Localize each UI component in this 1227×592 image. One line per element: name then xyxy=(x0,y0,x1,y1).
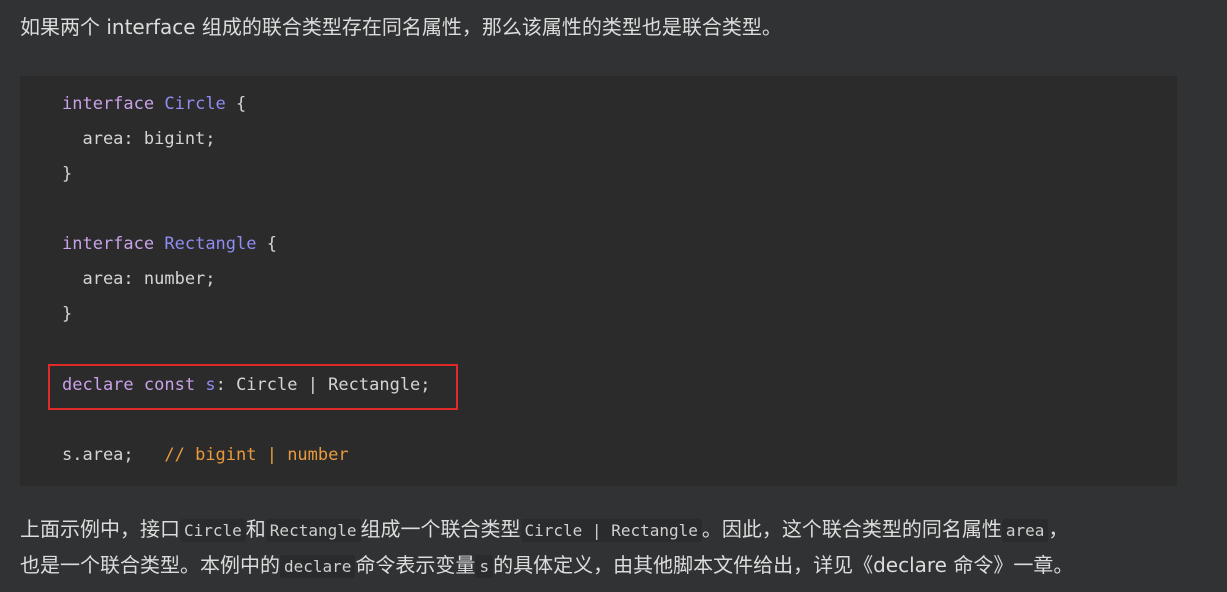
type-annotation: : Circle | Rectangle; xyxy=(215,375,431,395)
inline-code: declare xyxy=(280,555,356,578)
text: 命令表示变量 xyxy=(355,553,476,577)
intro-paragraph: 如果两个 interface 组成的联合类型存在同名属性，那么该属性的类型也是联… xyxy=(20,15,782,39)
inline-code: Rectangle xyxy=(265,519,361,542)
text: ， xyxy=(1048,517,1069,541)
code-line-access: s.area; // bigint | number xyxy=(62,445,349,465)
code-line-3: } xyxy=(62,164,73,184)
code-block: interface Circle { area: bigint; } inter… xyxy=(20,76,1177,486)
keyword: declare xyxy=(62,375,134,395)
inline-code: area xyxy=(1001,519,1049,542)
type-name: Rectangle xyxy=(164,234,257,254)
inline-code: s xyxy=(475,555,494,578)
text: 也是一个联合类型。本例中的 xyxy=(20,553,280,577)
inline-code: Circle xyxy=(180,519,246,542)
keyword: interface xyxy=(62,234,155,254)
text: 组成一个联合类型 xyxy=(360,517,521,541)
text: 的具体定义，由其他脚本文件给出，详见《declare 命令》一章。 xyxy=(493,553,1074,577)
code-line-7: } xyxy=(62,304,73,324)
expression: s.area; xyxy=(62,445,134,465)
code-line-1: interface Circle { xyxy=(62,94,246,114)
inline-code: Circle | Rectangle xyxy=(520,519,702,542)
type-name: Circle xyxy=(164,94,226,114)
code-line-2: area: bigint; xyxy=(62,129,216,149)
keyword: interface xyxy=(62,94,155,114)
brace: { xyxy=(256,234,277,254)
explanation-paragraph-line-1: 上面示例中，接口 Circle 和 Rectangle 组成一个联合类型 Circle |… xyxy=(20,513,1068,542)
keyword: const xyxy=(143,375,196,395)
code-line-declare: declare const s: Circle | Rectangle; xyxy=(62,375,431,395)
text: 上面示例中，接口 xyxy=(20,517,180,541)
brace: { xyxy=(225,94,247,114)
variable-name: s xyxy=(205,375,216,395)
code-line-5: interface Rectangle { xyxy=(62,234,277,254)
explanation-paragraph-line-2: 也是一个联合类型。本例中的 declare 命令表示变量 s 的具体定义，由其他脚本文件… xyxy=(20,549,1073,578)
text: 。因此，这个联合类型的同名属性 xyxy=(701,517,1002,541)
text: 和 xyxy=(245,517,266,541)
code-line-6: area: number; xyxy=(62,269,216,289)
code-comment: // bigint | number xyxy=(164,445,349,465)
